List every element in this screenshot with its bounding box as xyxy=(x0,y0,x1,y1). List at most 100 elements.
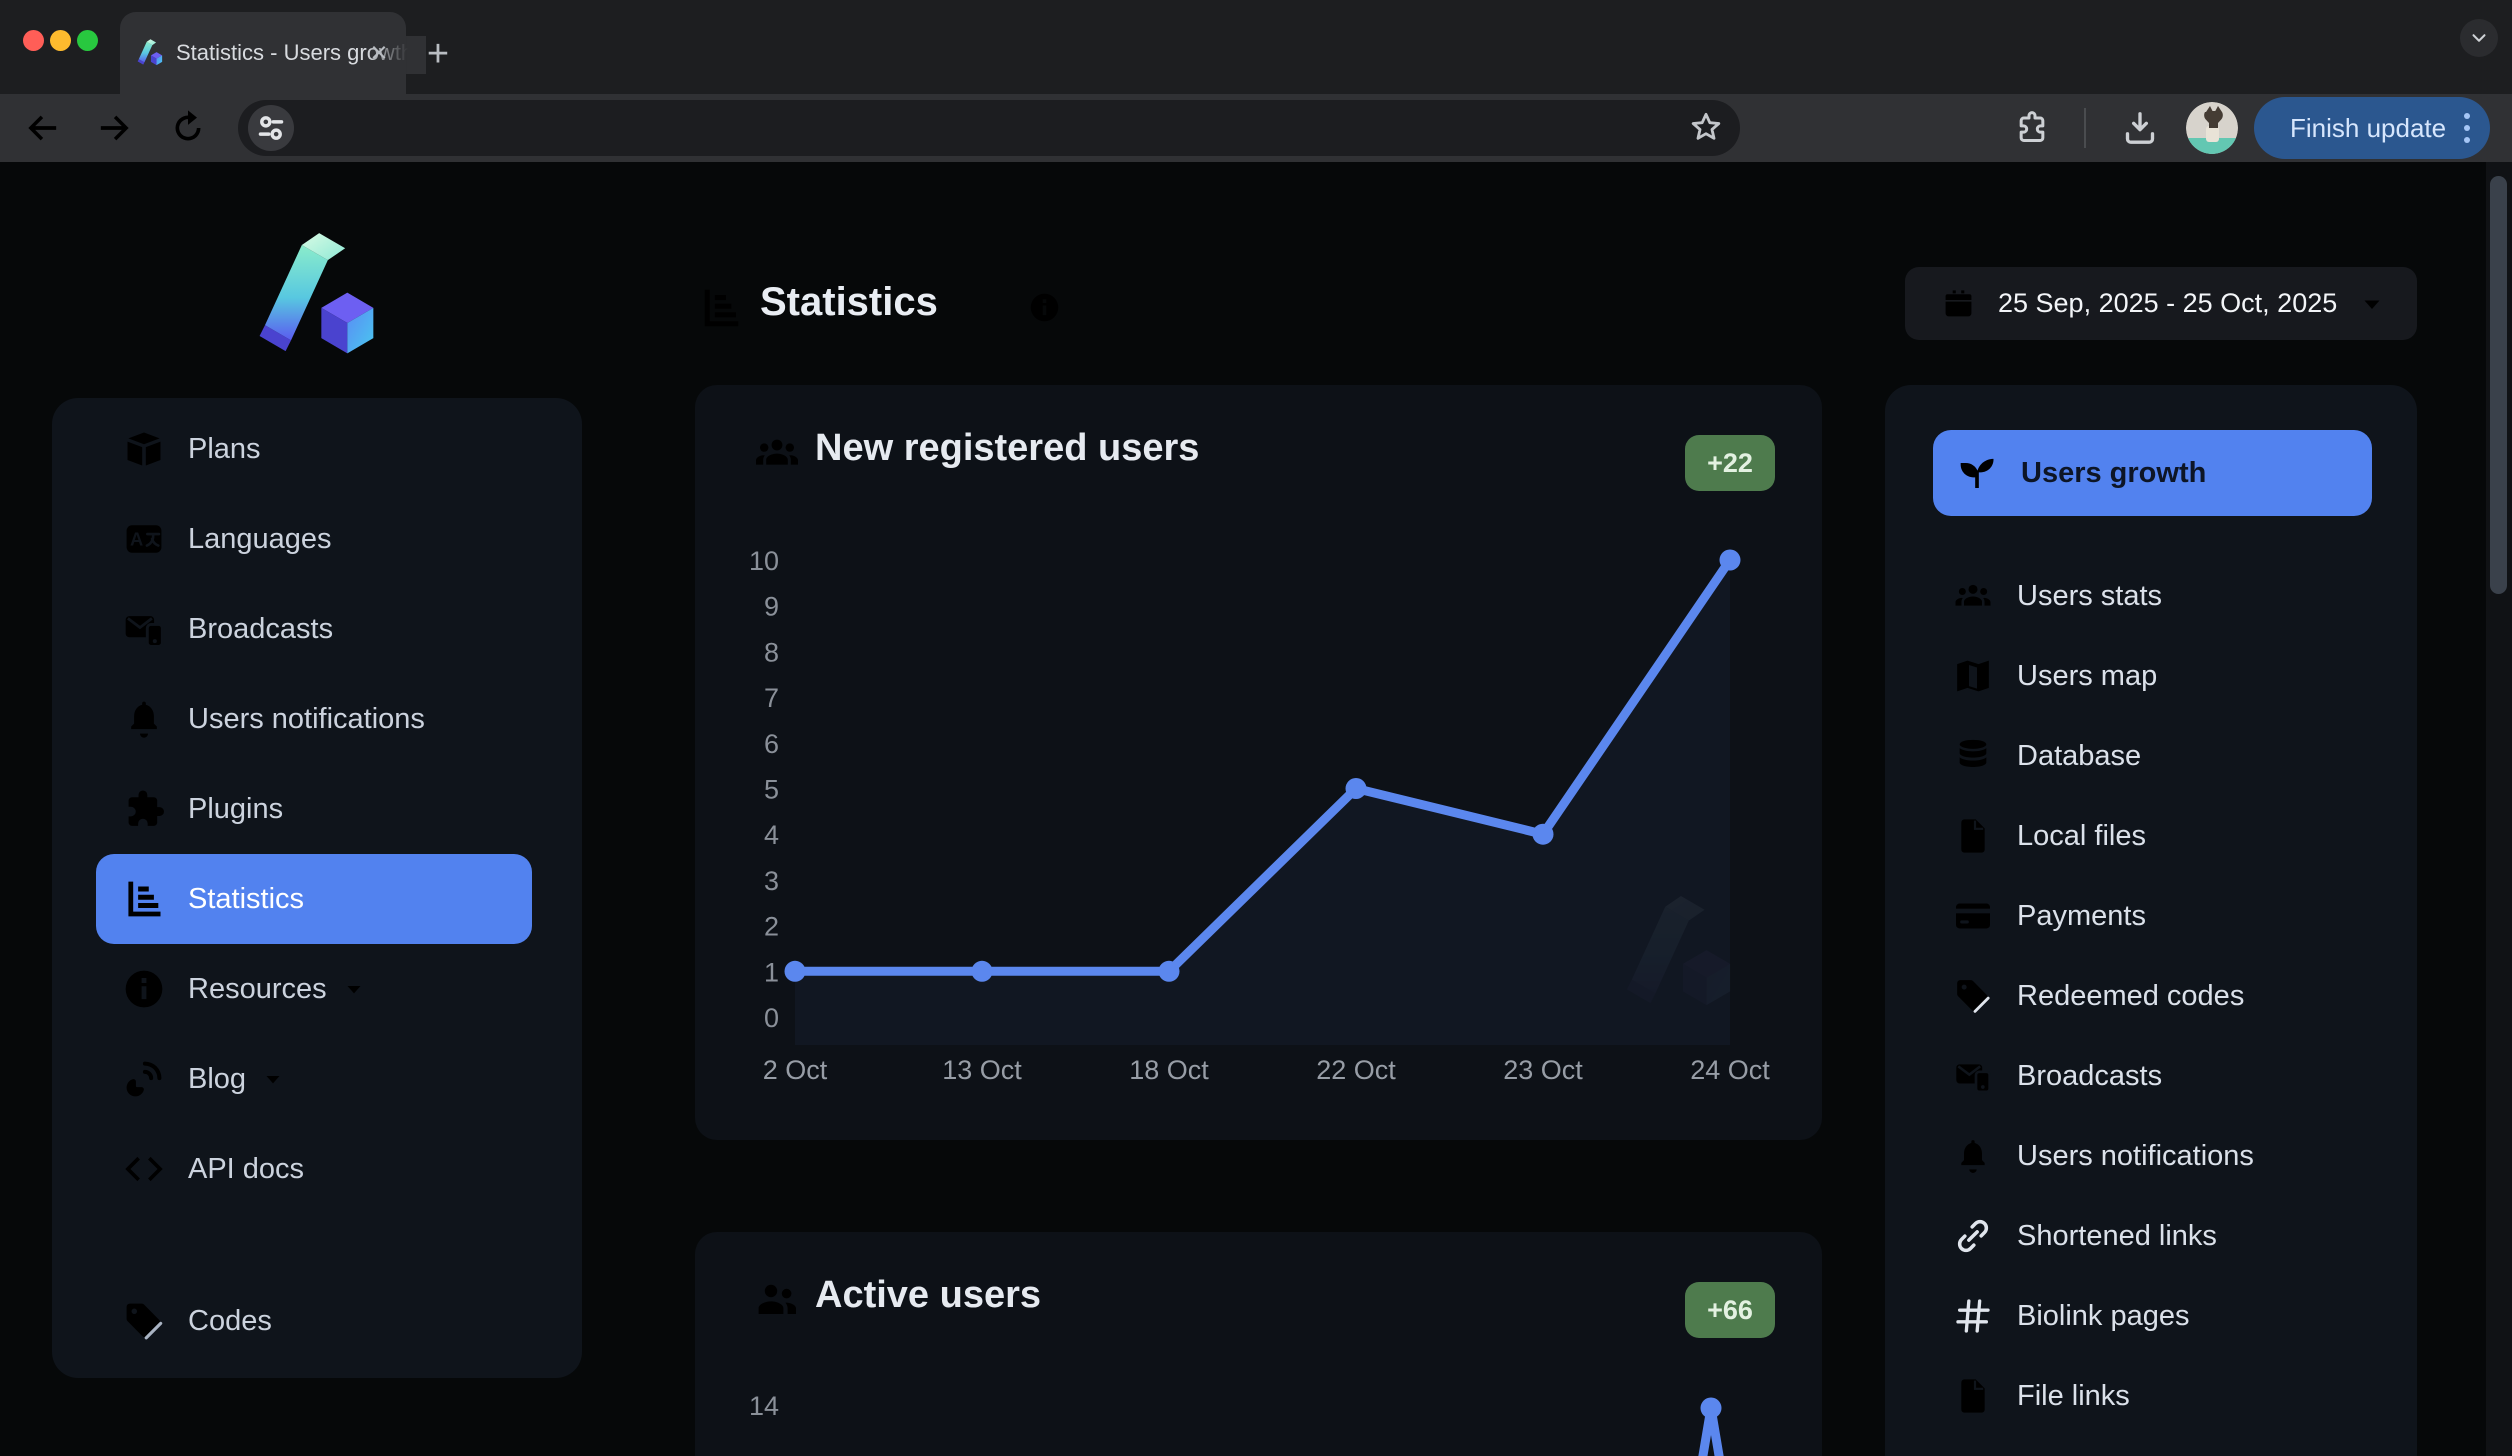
info-icon[interactable] xyxy=(1028,291,1061,324)
back-icon[interactable] xyxy=(22,108,62,148)
stats-nav-label: Shortened links xyxy=(2017,1220,2217,1253)
downloads-icon[interactable] xyxy=(2120,108,2160,148)
tab-close-icon[interactable]: × xyxy=(362,36,396,70)
stats-nav-users-notifications[interactable]: Users notifications xyxy=(1885,1116,2417,1196)
stats-nav-users-stats[interactable]: Users stats xyxy=(1885,556,2417,636)
stats-nav-local-files[interactable]: Local files xyxy=(1885,796,2417,876)
sidebar-item-plugins[interactable]: Plugins xyxy=(52,764,582,854)
profile-avatar[interactable] xyxy=(2186,102,2238,154)
file-icon xyxy=(1953,816,1993,856)
broadcast-icon xyxy=(122,607,166,651)
sidebar-item-broadcasts[interactable]: Broadcasts xyxy=(52,584,582,674)
stats-nav-users-map[interactable]: Users map xyxy=(1885,636,2417,716)
seedling-icon xyxy=(1957,453,1997,493)
credit-card-icon xyxy=(1953,896,1993,936)
broadcast-icon xyxy=(1953,1056,1993,1096)
dashboard-page: Plans Languages Broadcasts Users notific… xyxy=(0,162,2512,1456)
sidebar-item-api-docs[interactable]: API docs xyxy=(52,1124,582,1214)
caret-down-icon xyxy=(2357,289,2387,319)
file-icon xyxy=(1953,1376,1993,1416)
stats-nav-biolink-pages[interactable]: Biolink pages xyxy=(1885,1276,2417,1356)
browser-window: Statistics - Users growth - 66 × + xyxy=(0,0,2512,1456)
sidebar-item-users-notifications[interactable]: Users notifications xyxy=(52,674,582,764)
sidebar-item-resources[interactable]: Resources xyxy=(52,944,582,1034)
scrollbar-thumb[interactable] xyxy=(2490,176,2507,594)
svg-text:22 Oct: 22 Oct xyxy=(1316,1055,1396,1085)
database-icon xyxy=(1953,736,1993,776)
browser-tab[interactable]: Statistics - Users growth - 66 × xyxy=(120,12,406,94)
svg-text:23 Oct: 23 Oct xyxy=(1503,1055,1583,1085)
sidebar-item-label: Blog xyxy=(188,1063,246,1096)
calendar-icon xyxy=(1943,288,1974,319)
tune-icon[interactable] xyxy=(248,105,294,151)
sidebar-item-label: Users notifications xyxy=(188,703,425,736)
box-icon xyxy=(122,427,166,471)
tab-search-button[interactable] xyxy=(2460,19,2498,57)
svg-text:7: 7 xyxy=(764,683,779,713)
svg-text:4: 4 xyxy=(764,820,779,850)
users-group-icon xyxy=(1953,576,1993,616)
svg-text:13 Oct: 13 Oct xyxy=(942,1055,1022,1085)
blog-icon xyxy=(122,1057,166,1101)
stats-nav-redeemed-codes[interactable]: Redeemed codes xyxy=(1885,956,2417,1036)
forward-icon[interactable] xyxy=(95,108,135,148)
stats-nav-label: Users growth xyxy=(2021,457,2206,490)
svg-text:10: 10 xyxy=(749,546,779,576)
puzzle-icon xyxy=(122,787,166,831)
app-logo xyxy=(252,232,382,362)
active-users-chart[interactable]: 14 xyxy=(695,1232,1822,1456)
stats-nav-broadcasts[interactable]: Broadcasts xyxy=(1885,1036,2417,1116)
new-tab-button[interactable]: + xyxy=(418,34,458,74)
bell-icon xyxy=(122,697,166,741)
link-icon xyxy=(1953,1216,1993,1256)
svg-text:0: 0 xyxy=(764,1003,779,1033)
svg-text:9: 9 xyxy=(764,592,779,622)
bell-icon xyxy=(1953,1136,1993,1176)
stats-nav-payments[interactable]: Payments xyxy=(1885,876,2417,956)
stats-nav-label: Users map xyxy=(2017,660,2157,693)
active-users-card: Active users +66 14 xyxy=(695,1232,1822,1456)
extensions-icon[interactable] xyxy=(2012,108,2052,148)
sidebar-item-codes[interactable]: Codes xyxy=(52,1276,582,1366)
svg-text:14: 14 xyxy=(749,1391,779,1421)
sidebar-item-blog[interactable]: Blog xyxy=(52,1034,582,1124)
sidebar-item-statistics[interactable]: Statistics xyxy=(96,854,532,944)
finish-update-button[interactable]: Finish update xyxy=(2254,97,2490,159)
stats-nav-label: Broadcasts xyxy=(2017,1060,2162,1093)
window-minimize-button[interactable] xyxy=(50,30,71,51)
page-title: Statistics xyxy=(760,280,938,325)
map-icon xyxy=(1953,656,1993,696)
sidebar-item-label: Statistics xyxy=(188,883,304,916)
stats-nav-static-sites[interactable]: Static sites xyxy=(1885,1436,2417,1456)
reload-icon[interactable] xyxy=(168,108,208,148)
window-zoom-button[interactable] xyxy=(77,30,98,51)
sidebar-item-label: Codes xyxy=(188,1305,272,1338)
url-bar[interactable] xyxy=(238,100,1740,156)
date-range-value: 25 Sep, 2025 - 25 Oct, 2025 xyxy=(1998,288,2337,319)
tag-icon xyxy=(122,1299,166,1343)
svg-text:18 Oct: 18 Oct xyxy=(1129,1055,1209,1085)
svg-text:5: 5 xyxy=(764,775,779,805)
stats-nav-shortened-links[interactable]: Shortened links xyxy=(1885,1196,2417,1276)
sidebar-item-label: Plugins xyxy=(188,793,283,826)
stats-nav-database[interactable]: Database xyxy=(1885,716,2417,796)
stats-nav-label: Biolink pages xyxy=(2017,1300,2190,1333)
info-circle-icon xyxy=(122,967,166,1011)
new-registered-users-chart[interactable]: 0123456789102 Oct13 Oct18 Oct22 Oct23 Oc… xyxy=(695,385,1822,1140)
svg-text:1: 1 xyxy=(764,957,779,987)
date-range-picker[interactable]: 25 Sep, 2025 - 25 Oct, 2025 xyxy=(1905,267,2417,340)
bookmark-star-icon[interactable] xyxy=(1686,108,1726,148)
svg-text:24 Oct: 24 Oct xyxy=(1690,1055,1770,1085)
stats-nav-users-growth[interactable]: Users growth xyxy=(1933,430,2372,516)
tab-strip: Statistics - Users growth - 66 × + xyxy=(0,0,2512,94)
stats-nav-file-links[interactable]: File links xyxy=(1885,1356,2417,1436)
window-close-button[interactable] xyxy=(23,30,44,51)
stats-nav-panel: Users growth Users stats Users map Datab… xyxy=(1885,385,2417,1456)
sidebar-item-languages[interactable]: Languages xyxy=(52,494,582,584)
kebab-menu-icon[interactable] xyxy=(2460,109,2474,147)
new-registered-users-card: New registered users +22 0123456789102 O… xyxy=(695,385,1822,1140)
stats-nav-label: Users stats xyxy=(2017,580,2162,613)
toolbar-divider xyxy=(2084,108,2086,148)
sidebar-item-label: Plans xyxy=(188,433,261,466)
sidebar-item-plans[interactable]: Plans xyxy=(52,404,582,494)
